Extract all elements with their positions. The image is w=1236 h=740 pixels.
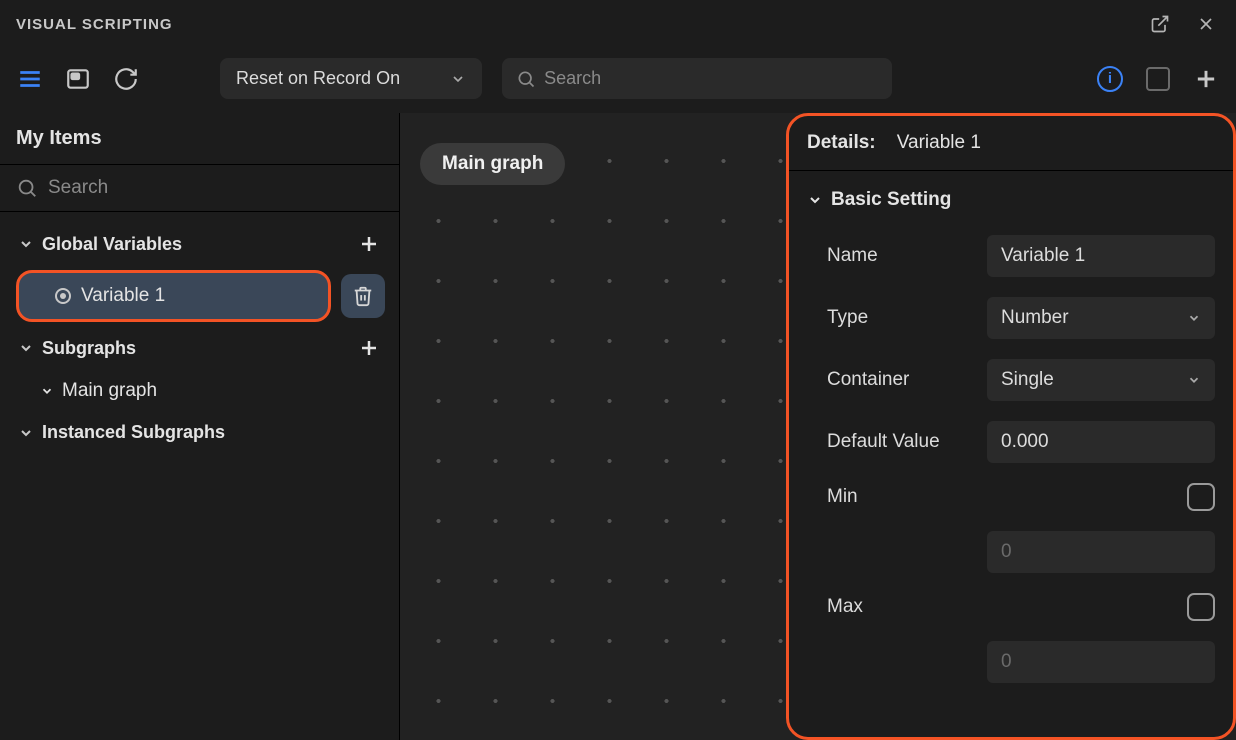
- graph-chip-label: Main graph: [442, 153, 543, 174]
- field-row-type: Type Number: [799, 287, 1223, 349]
- panel-icon[interactable]: [64, 65, 92, 93]
- instanced-subgraphs-label: Instanced Subgraphs: [42, 422, 225, 443]
- name-label: Name: [827, 245, 977, 267]
- chevron-down-icon: [450, 71, 466, 87]
- type-select[interactable]: Number: [987, 297, 1215, 339]
- main-search-input[interactable]: Search: [502, 58, 892, 99]
- popout-icon[interactable]: [1146, 10, 1174, 38]
- sidebar-search-input[interactable]: Search: [0, 165, 399, 212]
- window-title: VISUAL SCRIPTING: [16, 16, 173, 33]
- tree-header-global-variables[interactable]: Global Variables: [8, 222, 391, 266]
- chevron-down-icon: [1187, 373, 1201, 387]
- field-row-min-value: 0: [799, 521, 1223, 583]
- default-value-input[interactable]: 0.000: [987, 421, 1215, 463]
- reload-icon[interactable]: [112, 65, 140, 93]
- close-icon[interactable]: [1192, 10, 1220, 38]
- min-label: Min: [827, 486, 977, 508]
- hamburger-icon[interactable]: [16, 65, 44, 93]
- field-row-container: Container Single: [799, 349, 1223, 411]
- reset-mode-dropdown[interactable]: Reset on Record On: [220, 58, 482, 99]
- type-label: Type: [827, 307, 977, 329]
- body: My Items Search Global Variables: [0, 113, 1236, 740]
- toolbar-left: [16, 65, 140, 93]
- chevron-down-icon: [40, 384, 54, 398]
- window-outline-icon[interactable]: [1144, 65, 1172, 93]
- subgraph-item-main-graph[interactable]: Main graph: [8, 370, 391, 412]
- titlebar-actions: [1146, 10, 1220, 38]
- field-row-name: Name Variable 1: [799, 225, 1223, 287]
- field-row-max: Max: [799, 583, 1223, 631]
- name-input[interactable]: Variable 1: [987, 235, 1215, 277]
- container-label: Container: [827, 369, 977, 391]
- variable-item-label: Variable 1: [81, 285, 165, 307]
- variable-row-wrap: Variable 1: [8, 266, 391, 326]
- subgraph-item-label: Main graph: [62, 380, 157, 402]
- max-checkbox[interactable]: [1187, 593, 1215, 621]
- chevron-down-icon: [18, 425, 34, 441]
- toolbar-right: i: [1096, 65, 1220, 93]
- search-icon: [16, 177, 38, 199]
- details-section: Basic Setting Name Variable 1 Type Numbe…: [789, 171, 1233, 703]
- min-checkbox[interactable]: [1187, 483, 1215, 511]
- section-label: Basic Setting: [831, 189, 951, 211]
- default-label: Default Value: [827, 431, 977, 453]
- chevron-down-icon: [1187, 311, 1201, 325]
- window: VISUAL SCRIPTING Reset on Record On: [0, 0, 1236, 740]
- toolbar: Reset on Record On Search i: [0, 48, 1236, 113]
- max-label: Max: [827, 596, 977, 618]
- container-select[interactable]: Single: [987, 359, 1215, 401]
- add-subgraph-button[interactable]: [357, 336, 381, 360]
- min-value-input[interactable]: 0: [987, 531, 1215, 573]
- add-variable-button[interactable]: [357, 232, 381, 256]
- max-value-input[interactable]: 0: [987, 641, 1215, 683]
- field-row-min: Min: [799, 473, 1223, 521]
- delete-variable-button[interactable]: [341, 274, 385, 318]
- sidebar-search-placeholder: Search: [48, 177, 108, 199]
- tree-header-subgraphs[interactable]: Subgraphs: [8, 326, 391, 370]
- variable-item-variable-1[interactable]: Variable 1: [16, 270, 331, 322]
- graph-canvas[interactable]: Main graph Details: Variable 1 Basic Set…: [400, 113, 1236, 740]
- main-search-placeholder: Search: [544, 68, 601, 89]
- details-panel: Details: Variable 1 Basic Setting Name V…: [786, 113, 1236, 740]
- field-row-default: Default Value 0.000: [799, 411, 1223, 473]
- subgraphs-label: Subgraphs: [42, 338, 136, 359]
- details-header-value: Variable 1: [897, 132, 981, 153]
- graph-chip[interactable]: Main graph: [420, 143, 565, 185]
- details-header: Details: Variable 1: [789, 116, 1233, 171]
- radio-icon: [55, 288, 71, 304]
- sidebar-title: My Items: [0, 113, 399, 165]
- section-header-basic-setting[interactable]: Basic Setting: [799, 185, 1223, 225]
- sidebar: My Items Search Global Variables: [0, 113, 400, 740]
- chevron-down-icon: [18, 340, 34, 356]
- chevron-down-icon: [807, 192, 823, 208]
- reset-mode-label: Reset on Record On: [236, 68, 400, 89]
- field-row-max-value: 0: [799, 631, 1223, 693]
- add-icon[interactable]: [1192, 65, 1220, 93]
- tree: Global Variables Variable 1: [0, 212, 399, 463]
- global-variables-label: Global Variables: [42, 234, 182, 255]
- info-icon[interactable]: i: [1096, 65, 1124, 93]
- titlebar: VISUAL SCRIPTING: [0, 0, 1236, 48]
- search-icon: [516, 69, 536, 89]
- tree-header-instanced-subgraphs[interactable]: Instanced Subgraphs: [8, 412, 391, 453]
- details-header-label: Details:: [807, 132, 876, 153]
- chevron-down-icon: [18, 236, 34, 252]
